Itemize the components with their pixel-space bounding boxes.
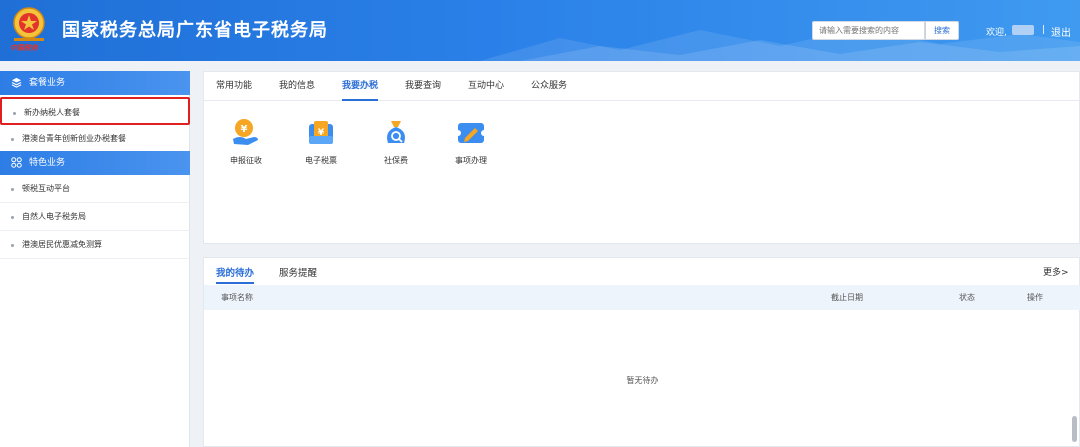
search-button[interactable]: 搜索 <box>925 21 959 40</box>
sidebar-item-label: 港澳居民优惠减免测算 <box>22 240 102 249</box>
e-ticket-icon: ¥ <box>309 121 333 144</box>
search-input[interactable] <box>812 21 925 40</box>
sidebar-item-tax-interaction[interactable]: 顿税互动平台 <box>0 175 190 203</box>
function-label: 事项办理 <box>455 156 487 165</box>
function-e-ticket[interactable]: ¥ 电子税票 <box>296 117 346 166</box>
logout-link[interactable]: 退出 <box>1051 24 1071 39</box>
function-label: 电子税票 <box>305 156 337 165</box>
tab-common-functions[interactable]: 常用功能 <box>216 72 252 101</box>
bullet-dot <box>11 244 14 247</box>
bullet-dot <box>11 188 14 191</box>
tab-public-service[interactable]: 公众服务 <box>531 72 567 101</box>
column-header-deadline: 截止日期 <box>831 293 863 302</box>
function-matter-handling[interactable]: 事项办理 <box>446 117 496 166</box>
more-link[interactable]: 更多> <box>1043 265 1069 278</box>
bullet-dot <box>11 138 14 141</box>
sidebar-item-new-taxpayer[interactable]: 新办纳税人套餐 <box>0 97 190 125</box>
tab-service-reminder[interactable]: 服务提醒 <box>279 265 317 279</box>
todo-panel: 我的待办 服务提醒 更多> 事项名称 截止日期 状态 操作 暂无待办 <box>203 257 1080 447</box>
page-scrollbar[interactable] <box>1072 416 1077 442</box>
tab-interaction-center[interactable]: 互动中心 <box>468 72 504 101</box>
sidebar-item-label: 顿税互动平台 <box>22 184 70 193</box>
sidebar-item-hk-macau-youth[interactable]: 港澳台青年创新创业办税套餐 <box>0 125 190 153</box>
function-social-security[interactable]: 社保费 <box>371 117 421 166</box>
tab-my-info[interactable]: 我的信息 <box>279 72 315 101</box>
declare-tax-icon: ¥ <box>233 119 258 145</box>
tab-my-todo[interactable]: 我的待办 <box>216 265 255 284</box>
column-header-item-name: 事项名称 <box>221 293 253 302</box>
function-label: 申报征收 <box>230 156 262 165</box>
sidebar: 套餐业务 新办纳税人套餐 港澳台青年创新创业办税套餐 特色业务 顿税互动平台 自… <box>0 71 190 447</box>
sidebar-item-label: 自然人电子税务局 <box>22 212 86 221</box>
sidebar-group-special[interactable]: 特色业务 <box>0 151 190 175</box>
top-header: 中国税务 国家税务总局广东省电子税务局 搜索 欢迎, | 退出 <box>0 0 1080 61</box>
tab-handle-tax[interactable]: 我要办税 <box>342 72 379 101</box>
sidebar-item-natural-person[interactable]: 自然人电子税务局 <box>0 203 190 231</box>
sidebar-item-hk-macau-calc[interactable]: 港澳居民优惠减免测算 <box>0 231 190 259</box>
emblem-caption: 中国税务 <box>10 43 38 52</box>
todo-table-header: 事项名称 截止日期 状态 操作 <box>204 285 1080 310</box>
username-redacted <box>1012 25 1034 35</box>
social-security-icon <box>387 121 405 143</box>
sidebar-group-label: 特色业务 <box>29 158 66 168</box>
column-header-status: 状态 <box>959 293 975 302</box>
function-declare-tax[interactable]: ¥ 申报征收 <box>221 117 271 166</box>
function-label: 社保费 <box>384 156 408 165</box>
tax-bureau-emblem: 中国税务 <box>10 5 48 55</box>
column-header-action: 操作 <box>1027 293 1043 302</box>
svg-text:¥: ¥ <box>241 124 248 135</box>
function-panel: 常用功能 我的信息 我要办税 我要查询 互动中心 公众服务 ¥ 申报征收 ¥ 电… <box>203 71 1080 244</box>
edit-ticket-icon <box>455 123 487 143</box>
welcome-text: 欢迎, <box>986 28 1007 38</box>
sidebar-item-label: 港澳台青年创新创业办税套餐 <box>22 134 126 143</box>
site-title: 国家税务总局广东省电子税务局 <box>62 20 328 41</box>
tab-query[interactable]: 我要查询 <box>405 72 441 101</box>
main-tabs: 常用功能 我的信息 我要办税 我要查询 互动中心 公众服务 <box>204 72 1080 101</box>
header-separator: | <box>1042 25 1046 35</box>
grid-icon <box>11 157 22 168</box>
layers-icon <box>11 77 22 88</box>
bullet-dot <box>13 112 16 115</box>
sidebar-group-label: 套餐业务 <box>29 78 66 88</box>
empty-state-text: 暂无待办 <box>626 376 659 385</box>
sidebar-item-label: 新办纳税人套餐 <box>24 108 80 117</box>
sidebar-group-package[interactable]: 套餐业务 <box>0 71 190 95</box>
bullet-dot <box>11 216 14 219</box>
